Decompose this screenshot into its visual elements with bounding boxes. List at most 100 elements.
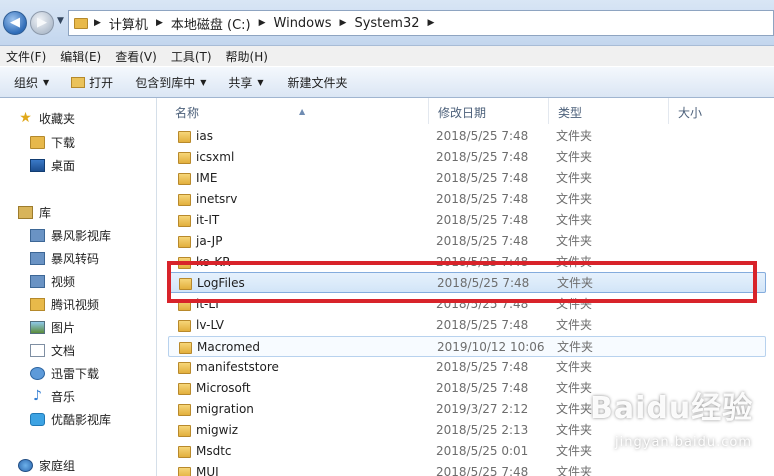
navigation-pane: ★ 收藏夹 下载 桌面 库 暴风影视库 暴风转码 视频 腾讯视频 图片 文档 迅… — [0, 98, 157, 476]
sidebar-item-homegroup[interactable]: 家庭组 — [18, 457, 75, 474]
include-library-label: 包含到库中 — [135, 75, 196, 90]
folder-icon — [178, 152, 191, 164]
file-name: Microsoft — [196, 381, 251, 395]
chevron-right-icon[interactable]: ▶ — [340, 18, 347, 28]
list-item[interactable]: Macromed 2019/10/12 10:06 文件夹 — [168, 336, 766, 357]
file-name: manifeststore — [196, 360, 279, 374]
file-name: inetsrv — [196, 192, 238, 206]
list-item[interactable]: ias 2018/5/25 7:48 文件夹 — [168, 126, 766, 147]
list-item[interactable]: lv-LV 2018/5/25 7:48 文件夹 — [168, 315, 766, 336]
sidebar-item-label: 图片 — [51, 321, 76, 335]
menu-file[interactable]: 文件(F) — [6, 48, 46, 65]
file-type: 文件夹 — [556, 234, 593, 248]
list-item[interactable]: manifeststore 2018/5/25 7:48 文件夹 — [168, 357, 766, 378]
sidebar-item-label: 暴风转码 — [51, 252, 100, 266]
folder-icon — [178, 467, 191, 476]
chevron-right-icon[interactable]: ▶ — [156, 18, 163, 28]
sidebar-item-label: 下载 — [51, 136, 76, 150]
breadcrumb-computer[interactable]: 计算机 — [109, 14, 148, 33]
sidebar-item-youku-library[interactable]: 优酷影视库 — [30, 411, 111, 428]
organize-button[interactable]: 组织 ▼ — [6, 70, 57, 94]
list-item[interactable]: icsxml 2018/5/25 7:48 文件夹 — [168, 147, 766, 168]
menu-edit[interactable]: 编辑(E) — [60, 48, 101, 65]
folder-icon — [178, 194, 191, 206]
menu-tools[interactable]: 工具(T) — [171, 48, 212, 65]
sidebar-item-label: 文档 — [51, 344, 76, 358]
library-icon — [18, 206, 33, 219]
sidebar-item-label: 收藏夹 — [39, 112, 76, 126]
list-item[interactable]: it-IT 2018/5/25 7:48 文件夹 — [168, 210, 766, 231]
list-item[interactable]: IME 2018/5/25 7:48 文件夹 — [168, 168, 766, 189]
breadcrumb-windows[interactable]: Windows — [274, 16, 332, 31]
breadcrumb-system32[interactable]: System32 — [354, 16, 419, 31]
file-name: lv-LV — [196, 318, 225, 332]
forward-arrow-icon[interactable]: ▶ — [30, 11, 54, 35]
file-date: 2018/5/25 7:48 — [436, 129, 529, 143]
file-date: 2018/5/25 7:48 — [436, 234, 529, 248]
file-name: ja-JP — [196, 234, 223, 248]
sidebar-item-baofeng-transcode[interactable]: 暴风转码 — [30, 250, 99, 267]
sidebar-item-documents[interactable]: 文档 — [30, 342, 75, 359]
file-type: 文件夹 — [556, 318, 593, 332]
pictures-icon — [30, 321, 45, 334]
sidebar-item-videos[interactable]: 视频 — [30, 273, 75, 290]
file-type: 文件夹 — [556, 171, 593, 185]
file-date: 2018/5/25 7:48 — [436, 465, 529, 476]
breadcrumb-drive-c[interactable]: 本地磁盘 (C:) — [171, 14, 251, 33]
music-note-icon: ♪ — [33, 388, 42, 404]
file-date: 2018/5/25 7:48 — [436, 150, 529, 164]
watermark-url: jingyan.baidu.com — [615, 435, 752, 450]
address-path[interactable]: ▶ 计算机 ▶ 本地磁盘 (C:) ▶ Windows ▶ System32 ▶ — [68, 10, 774, 36]
chevron-right-icon[interactable]: ▶ — [94, 18, 101, 28]
sidebar-item-label: 视频 — [51, 275, 76, 289]
file-name: ias — [196, 129, 213, 143]
sidebar-item-label: 库 — [39, 206, 52, 220]
chevron-right-icon[interactable]: ▶ — [428, 18, 435, 28]
share-button[interactable]: 共享 ▼ — [220, 70, 271, 94]
file-date: 2018/5/25 7:48 — [436, 360, 529, 374]
sidebar-item-label: 暴风影视库 — [51, 229, 112, 243]
annotation-highlight-box — [167, 261, 757, 303]
back-arrow-icon[interactable]: ◀ — [3, 11, 27, 35]
column-size[interactable]: 大小 — [669, 98, 774, 124]
sidebar-item-pictures[interactable]: 图片 — [30, 319, 75, 336]
open-label: 打开 — [89, 75, 114, 90]
sidebar-item-thunder-downloads[interactable]: 迅雷下载 — [30, 365, 99, 382]
folder-icon — [178, 173, 191, 185]
list-item[interactable]: inetsrv 2018/5/25 7:48 文件夹 — [168, 189, 766, 210]
sidebar-item-downloads[interactable]: 下载 — [30, 134, 75, 151]
column-name[interactable]: 名称 ▲ — [166, 98, 429, 124]
file-type: 文件夹 — [556, 360, 593, 374]
file-name: it-IT — [196, 213, 220, 227]
watermark-brand: Baidu经验 — [590, 391, 754, 426]
recent-pages-dropdown-icon[interactable]: ▼ — [57, 16, 64, 26]
sidebar-item-tencent-video[interactable]: 腾讯视频 — [30, 296, 99, 313]
sidebar-item-baofeng-library[interactable]: 暴风影视库 — [30, 227, 111, 244]
new-folder-button[interactable]: 新建文件夹 — [280, 70, 356, 94]
homegroup-icon — [18, 459, 33, 472]
folder-icon — [30, 298, 45, 311]
sidebar-item-favorites[interactable]: ★ 收藏夹 — [18, 110, 75, 127]
menu-help[interactable]: 帮助(H) — [226, 48, 268, 65]
column-type-label: 类型 — [558, 106, 583, 120]
file-name: migration — [196, 402, 254, 416]
sidebar-item-libraries[interactable]: 库 — [18, 204, 51, 221]
column-type[interactable]: 类型 — [549, 98, 669, 124]
sidebar-item-music[interactable]: ♪ 音乐 — [30, 388, 75, 405]
open-button[interactable]: 打开 — [63, 70, 121, 94]
menu-view[interactable]: 查看(V) — [115, 48, 157, 65]
sidebar-item-desktop[interactable]: 桌面 — [30, 157, 75, 174]
baidu-watermark: Baidu经验 jingyan.baidu.com — [590, 392, 770, 472]
file-name: icsxml — [196, 150, 235, 164]
include-in-library-button[interactable]: 包含到库中 ▼ — [127, 70, 214, 94]
chevron-right-icon[interactable]: ▶ — [259, 18, 266, 28]
file-name: migwiz — [196, 423, 239, 437]
list-item[interactable]: ja-JP 2018/5/25 7:48 文件夹 — [168, 231, 766, 252]
column-date[interactable]: 修改日期 — [429, 98, 549, 124]
share-label: 共享 — [228, 75, 253, 90]
file-type: 文件夹 — [556, 150, 593, 164]
thunder-icon — [30, 367, 45, 380]
file-date: 2019/10/12 10:06 — [437, 340, 545, 354]
address-bar: ◀ ▶ ▼ ▶ 计算机 ▶ 本地磁盘 (C:) ▶ Windows ▶ Syst… — [0, 0, 774, 46]
sidebar-item-label: 迅雷下载 — [51, 367, 100, 381]
